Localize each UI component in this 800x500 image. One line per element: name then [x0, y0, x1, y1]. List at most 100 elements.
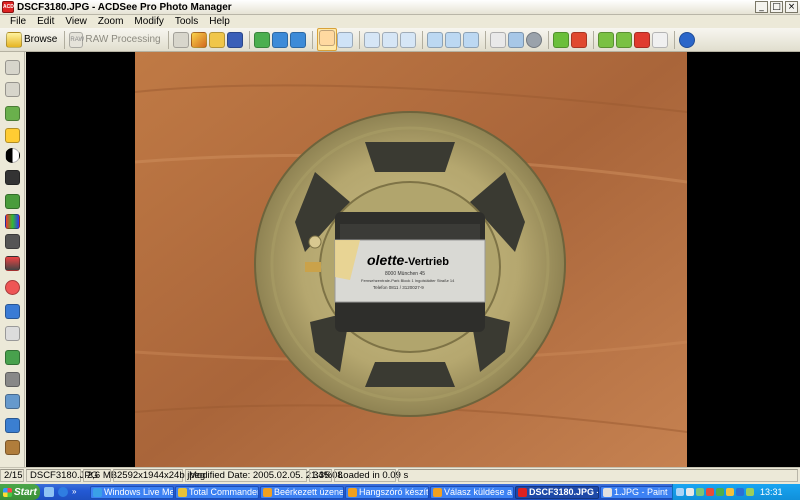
save-icon[interactable] — [226, 31, 243, 48]
color-balance-icon[interactable] — [5, 170, 20, 185]
compare-icon[interactable] — [289, 31, 306, 48]
noise-icon[interactable] — [5, 304, 20, 319]
network-icon[interactable] — [696, 488, 704, 496]
task-label: 1.JPG - Paint — [614, 487, 668, 497]
task-label: Beérkezett üzenet... — [274, 487, 344, 497]
taskbar-task-button[interactable]: Windows Live Mes... — [90, 485, 174, 499]
show-desktop-icon[interactable] — [44, 487, 54, 497]
slideshow-icon[interactable] — [271, 31, 288, 48]
crop-icon[interactable] — [5, 372, 20, 387]
task-label: Windows Live Mes... — [104, 487, 173, 497]
rotate-right-icon[interactable] — [381, 31, 398, 48]
resize-icon[interactable] — [5, 350, 20, 365]
open-folder-icon[interactable] — [208, 31, 225, 48]
photo-fix-icon[interactable] — [552, 31, 569, 48]
taskbar-task-button[interactable]: DSCF3180.JPG - ... — [515, 485, 599, 499]
tools-sidebar — [0, 52, 25, 467]
task-label: Hangszóró készíté... — [359, 487, 429, 497]
zoom-out-icon[interactable] — [444, 31, 461, 48]
close-button[interactable]: × — [785, 1, 798, 13]
raw-icon: RAW — [69, 31, 84, 48]
color-icon[interactable] — [5, 256, 20, 271]
clone-tool-icon[interactable] — [5, 440, 20, 455]
browse-button[interactable]: Browse — [6, 30, 57, 50]
safely-remove-icon[interactable] — [746, 488, 754, 496]
toolbar-separator — [358, 30, 360, 49]
next-image-icon[interactable] — [615, 31, 632, 48]
undo-icon[interactable] — [5, 60, 20, 75]
exposure-icon[interactable] — [5, 128, 20, 143]
image-viewer[interactable]: olette-Vertrieb 8000 München 45 Fernsehz… — [26, 52, 800, 467]
acdsee-app-icon[interactable]: ACD — [2, 1, 14, 13]
start-button[interactable]: Start — [0, 484, 40, 500]
status-bar: 2/15 DSCF3180.JPG 2,6 MB 2592x1944x24b j… — [0, 467, 800, 482]
minimize-button[interactable]: _ — [755, 1, 768, 13]
antivirus-icon[interactable] — [706, 488, 714, 496]
toolbar-separator — [248, 30, 250, 49]
taskbar-task-button[interactable]: Total Commander ... — [175, 485, 259, 499]
rotate-left-icon[interactable] — [363, 31, 380, 48]
help-icon[interactable] — [678, 31, 695, 48]
print-icon[interactable] — [489, 31, 506, 48]
menu-tools[interactable]: Tools — [175, 16, 198, 27]
flip-icon[interactable] — [399, 31, 416, 48]
menu-edit[interactable]: Edit — [37, 16, 54, 27]
menu-help[interactable]: Help — [209, 16, 230, 27]
status-position: 2/15 — [0, 468, 24, 482]
curves-icon[interactable] — [5, 234, 20, 249]
bluetooth-icon[interactable] — [736, 488, 744, 496]
windows-taskbar: Start » Windows Live Mes... Total Command… — [0, 484, 800, 500]
maximize-button[interactable]: □ — [770, 1, 783, 13]
task-app-icon — [603, 487, 612, 497]
task-label: Válasz küldése a fó... — [444, 487, 513, 497]
share-icon[interactable] — [507, 31, 524, 48]
properties-icon[interactable] — [651, 31, 668, 48]
volume-icon[interactable] — [686, 488, 694, 496]
fit-image-icon[interactable] — [253, 31, 270, 48]
sharpen-icon[interactable] — [5, 194, 20, 209]
task-label: Total Commander ... — [189, 487, 259, 497]
redo-icon[interactable] — [5, 82, 20, 97]
menu-view[interactable]: View — [65, 16, 87, 27]
taskbar-task-button[interactable]: Hangszóró készíté... — [345, 485, 429, 499]
hand-tool-button[interactable] — [316, 28, 337, 51]
start-label: Start — [14, 486, 37, 498]
delete-icon[interactable] — [633, 31, 650, 48]
menu-file[interactable]: File — [10, 16, 26, 27]
menu-zoom[interactable]: Zoom — [98, 16, 124, 27]
red-eye-tool-icon[interactable] — [5, 280, 20, 295]
raw-settings-icon[interactable] — [172, 31, 189, 48]
status-dimensions: 2592x1944x24b jpeg — [113, 468, 205, 482]
histogram-icon[interactable] — [5, 214, 20, 229]
zoom-in-icon[interactable] — [426, 31, 443, 48]
status-zoom: 34% — [309, 468, 332, 482]
previous-image-icon[interactable] — [597, 31, 614, 48]
zoom-dropdown-icon[interactable] — [462, 31, 479, 48]
task-app-icon — [93, 487, 102, 497]
hand-icon — [318, 30, 335, 46]
levels-icon[interactable] — [5, 148, 20, 163]
tray-expand-icon[interactable] — [676, 488, 684, 496]
text-tool-icon[interactable] — [5, 418, 20, 433]
zoom-tool-icon[interactable] — [336, 31, 353, 48]
rotate-tool-icon[interactable] — [5, 394, 20, 409]
effects-icon[interactable] — [5, 106, 20, 121]
text-overlay-icon[interactable] — [5, 326, 20, 341]
taskbar-task-button[interactable]: Beérkezett üzenet... — [260, 485, 344, 499]
toolbar-separator — [592, 30, 594, 49]
edit-image-icon[interactable] — [190, 31, 207, 48]
task-app-icon — [433, 487, 442, 497]
quicklaunch-expand-icon[interactable]: » — [72, 487, 82, 497]
messenger-tray-icon[interactable] — [716, 488, 724, 496]
raw-processing-button[interactable]: RAW RAW Processing — [69, 30, 161, 50]
red-eye-icon[interactable] — [570, 31, 587, 48]
status-empty-cell — [398, 468, 798, 482]
burn-disc-icon[interactable] — [525, 31, 542, 48]
label-suffix-text: -Vertrieb — [404, 256, 449, 268]
label-line-1: 8000 München 45 — [385, 271, 426, 277]
menu-modify[interactable]: Modify — [134, 16, 163, 27]
update-icon[interactable] — [726, 488, 734, 496]
internet-explorer-icon[interactable] — [58, 487, 68, 497]
taskbar-task-button[interactable]: Válasz küldése a fó... — [430, 485, 514, 499]
task-app-icon — [263, 487, 272, 497]
